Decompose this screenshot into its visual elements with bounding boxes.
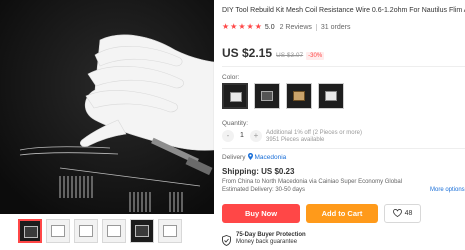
color-option-4[interactable] xyxy=(318,83,344,109)
thumbnail-4[interactable] xyxy=(102,219,126,243)
wishlist-count: 48 xyxy=(404,210,413,217)
star-icon: ★ xyxy=(230,22,238,31)
shield-icon xyxy=(222,233,231,250)
color-option-1[interactable] xyxy=(222,83,248,109)
rating-stars: ★ ★ ★ ★ ★ xyxy=(222,23,262,31)
quantity-minus-button[interactable]: - xyxy=(222,130,234,142)
rating-row: ★ ★ ★ ★ ★ 5.0 2 Reviews 31 orders xyxy=(222,23,350,31)
thumbnail-5[interactable] xyxy=(130,219,154,243)
heart-icon xyxy=(392,208,402,219)
discount-badge: -30% xyxy=(306,52,325,60)
product-title: DIY Tool Rebuild Kit Mesh Coil Resistanc… xyxy=(222,7,465,14)
shipping-route: From China to North Macedonia via Cainia… xyxy=(222,179,403,185)
star-icon: ★ xyxy=(254,22,262,31)
color-swatches xyxy=(222,83,344,109)
protection-title: 75-Day Buyer Protection xyxy=(236,232,306,238)
add-to-cart-button[interactable]: Add to Cart xyxy=(306,204,378,223)
more-options-link[interactable]: More options xyxy=(430,187,465,193)
quantity-value[interactable]: 1 xyxy=(234,130,250,142)
buyer-protection: 75-Day Buyer Protection Money back guara… xyxy=(222,232,306,250)
quantity-note: Additional 1% off (2 Pieces or more) 395… xyxy=(266,130,362,144)
orders-count: 31 orders xyxy=(320,23,351,31)
bulk-discount-note: Additional 1% off (2 Pieces or more) xyxy=(266,130,362,136)
star-icon: ★ xyxy=(222,22,230,31)
delivery-country-link[interactable]: Macedonia xyxy=(254,154,286,161)
star-icon: ★ xyxy=(238,22,246,31)
reviews-link[interactable]: 2 Reviews xyxy=(280,24,312,31)
thumbnail-strip xyxy=(18,219,182,243)
color-option-3[interactable] xyxy=(286,83,312,109)
protection-subtitle: Money back guarantee xyxy=(236,239,298,245)
original-price: US $3.07 xyxy=(276,52,304,59)
quantity-label: Quantity: xyxy=(222,120,249,127)
price-row: US $2.15 US $3.07 -30% xyxy=(222,46,325,60)
product-main-image[interactable] xyxy=(0,0,214,214)
protection-text: 75-Day Buyer Protection Money back guara… xyxy=(236,232,306,246)
wishlist-button[interactable]: 48 xyxy=(384,204,421,223)
divider xyxy=(222,148,465,149)
thumbnail-2[interactable] xyxy=(46,219,70,243)
current-price: US $2.15 xyxy=(222,46,273,60)
thumbnail-6[interactable] xyxy=(158,219,182,243)
star-icon: ★ xyxy=(246,22,254,31)
thumbnail-3[interactable] xyxy=(74,219,98,243)
quantity-plus-button[interactable]: + xyxy=(250,130,262,142)
stock-available: 3951 Pieces available xyxy=(266,137,325,143)
estimated-delivery: Estimated Delivery: 30-50 days xyxy=(222,187,306,193)
color-label: Color: xyxy=(222,74,240,81)
divider xyxy=(315,23,317,31)
delivery-row: Delivery Macedonia xyxy=(222,153,286,162)
color-option-2[interactable] xyxy=(254,83,280,109)
thumbnail-1[interactable] xyxy=(18,219,42,243)
rating-value: 5.0 xyxy=(264,23,275,31)
location-pin-icon xyxy=(248,153,254,162)
product-details: DIY Tool Rebuild Kit Mesh Coil Resistanc… xyxy=(222,0,465,250)
divider xyxy=(222,66,465,67)
shipping-price: Shipping: US $0.23 xyxy=(222,167,295,176)
delivery-label: Delivery xyxy=(222,154,246,161)
buy-now-button[interactable]: Buy Now xyxy=(222,204,300,223)
quantity-stepper: - 1 + Additional 1% off (2 Pieces or mor… xyxy=(222,130,362,144)
